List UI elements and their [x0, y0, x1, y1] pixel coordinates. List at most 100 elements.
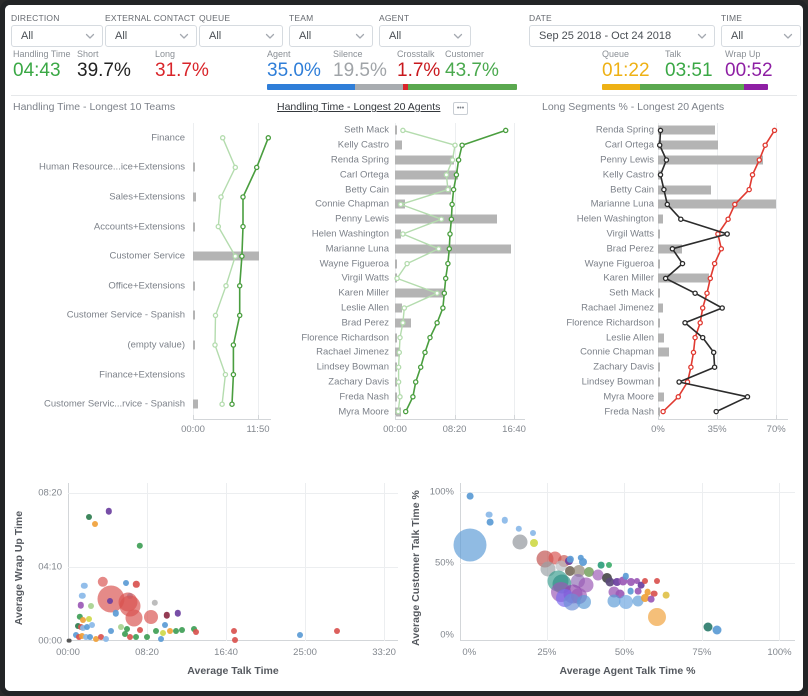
bubble-6	[453, 528, 487, 562]
line-marker	[438, 216, 445, 222]
kpi-value-crosstalk: 1.7%	[397, 60, 441, 81]
line-marker	[218, 194, 224, 200]
bubble-48	[662, 591, 670, 599]
category-label-14: Florence Richardson	[301, 332, 389, 344]
x-tick-label-2: 50%	[614, 647, 634, 658]
category-label-11: Seth Mack	[609, 287, 654, 299]
filter-label-direction: DIRECTION	[11, 13, 60, 23]
line-marker	[450, 186, 457, 193]
filter-dropdown-agent[interactable]: All	[379, 25, 471, 47]
filter-queue: QUEUE All	[199, 13, 283, 47]
filter-dropdown-queue[interactable]: All	[199, 25, 283, 47]
kpi-value-silence: 19.5%	[333, 60, 387, 81]
line-marker	[675, 394, 682, 400]
bubble-59	[333, 628, 340, 635]
bubble-2	[92, 520, 99, 527]
kpi-caption-silence: Silence	[333, 49, 363, 59]
bubble-21	[79, 616, 86, 623]
kpi-caption-agent-talk: Agent	[267, 49, 291, 59]
filter-direction: DIRECTION All	[11, 13, 103, 47]
chevron-down-icon	[453, 33, 463, 39]
kpi-value-short: 39.7%	[77, 60, 131, 81]
kpi-crosstalk: Crosstalk 1.7%	[397, 49, 440, 82]
x-tick-label-1: 25%	[537, 647, 557, 658]
filter-dropdown-external-contact[interactable]: All	[105, 25, 197, 47]
category-label-4: Betty Cain	[345, 184, 389, 196]
category-label-6: Customer Service - Spanish	[66, 309, 185, 321]
filter-time: TIME All	[721, 13, 801, 47]
x-gridline-2	[226, 483, 228, 641]
line-marker	[449, 157, 456, 163]
category-label-12: Rachael Jimenez	[581, 302, 654, 314]
line-marker	[212, 342, 218, 348]
line-marker	[223, 283, 229, 289]
x-gridline-2	[624, 483, 626, 641]
axis-handling-time-longest-10-teams	[193, 419, 271, 420]
line-marker	[445, 260, 451, 267]
filter-label-agent: AGENT	[379, 13, 410, 23]
x-tick-label-3: 75%	[692, 647, 712, 658]
line-marker	[682, 320, 688, 326]
category-label-16: Lindsey Bowman	[316, 361, 389, 373]
line-marker	[394, 275, 400, 282]
kpi-customer-talk: Customer 43.7%	[445, 49, 499, 82]
bubble-2	[486, 518, 494, 526]
bubble-31	[117, 623, 124, 630]
line-marker	[219, 135, 226, 141]
category-label-13: Brad Perez	[341, 317, 389, 329]
chart-handling-time-longest-20-agents: Seth Mack Kelly Castro Renda Spring Carl Or…	[277, 123, 531, 441]
category-label-3: Accounts+Extensions	[93, 221, 185, 233]
filter-dropdown-date[interactable]: Sep 25 2018 - Oct 24 2018	[529, 25, 715, 47]
line-marker	[229, 401, 235, 407]
bubble-54	[157, 636, 164, 643]
category-label-16: Zachary Davis	[593, 361, 654, 373]
line-marker	[459, 142, 465, 148]
line-marker	[710, 349, 717, 356]
header-divider	[11, 95, 797, 96]
axis-tick-2	[776, 415, 778, 419]
kpi-caption-wrap-up-time: Wrap Up	[725, 49, 761, 59]
line-long-segments-%	[662, 129, 776, 413]
line-marker	[704, 290, 710, 296]
bubble-55	[647, 595, 655, 603]
axis-tick-0	[395, 415, 396, 419]
category-label-18: Freda Nash	[339, 391, 389, 403]
filter-dropdown-time[interactable]: All	[721, 25, 801, 47]
line-marker	[688, 364, 694, 370]
category-label-4: Customer Service	[109, 250, 186, 262]
y-gridline-2	[460, 491, 795, 493]
category-label-1: Carl Ortega	[604, 139, 654, 151]
chart-long-segments-pct-longest-20-agents: Renda Spring Carl Ortega Penny Lewis Kelly …	[542, 123, 794, 441]
line-marker	[656, 142, 663, 148]
line-marker	[749, 172, 756, 178]
bubble-52	[618, 595, 633, 610]
line-marker	[711, 364, 718, 370]
kpi-bar-segment-customer	[407, 84, 517, 90]
line-marker	[756, 157, 763, 163]
line-marker	[240, 194, 246, 200]
line-marker	[412, 379, 419, 385]
chart-handling-time-longest-10-teams: Finance Human Resource...ice+Extensions Sa…	[13, 123, 277, 441]
filter-dropdown-team[interactable]: All	[289, 25, 373, 47]
line-marker	[690, 349, 697, 356]
line-marker	[395, 379, 402, 385]
kpi-caption-long: Long	[155, 49, 176, 59]
chevron-down-icon	[179, 33, 189, 39]
kpi-caption-handling-time: Handling Time	[13, 49, 71, 59]
line-marker	[442, 275, 449, 282]
line-marker	[725, 216, 731, 222]
filter-dropdown-direction[interactable]: All	[11, 25, 103, 47]
chevron-down-icon	[85, 33, 95, 39]
axis-tick-label-2: 16:40	[502, 424, 526, 435]
category-label-2: Penny Lewis	[600, 154, 654, 166]
bubble-5	[529, 530, 536, 537]
y-gridline-1	[68, 567, 398, 569]
line-marker	[443, 172, 450, 178]
panel-agents-menu-button[interactable]: •••	[453, 102, 468, 115]
x-axis-title-customer-vs-agent-talk-pct-scatter: Average Agent Talk Time %	[559, 665, 696, 677]
filter-label-queue: QUEUE	[199, 13, 231, 23]
axis-tick-1	[257, 415, 259, 419]
axis-tick-label-1: 08:20	[442, 424, 467, 435]
kpi-talk-time: Talk 03:51	[665, 49, 713, 82]
axis-tick-1	[717, 415, 719, 419]
